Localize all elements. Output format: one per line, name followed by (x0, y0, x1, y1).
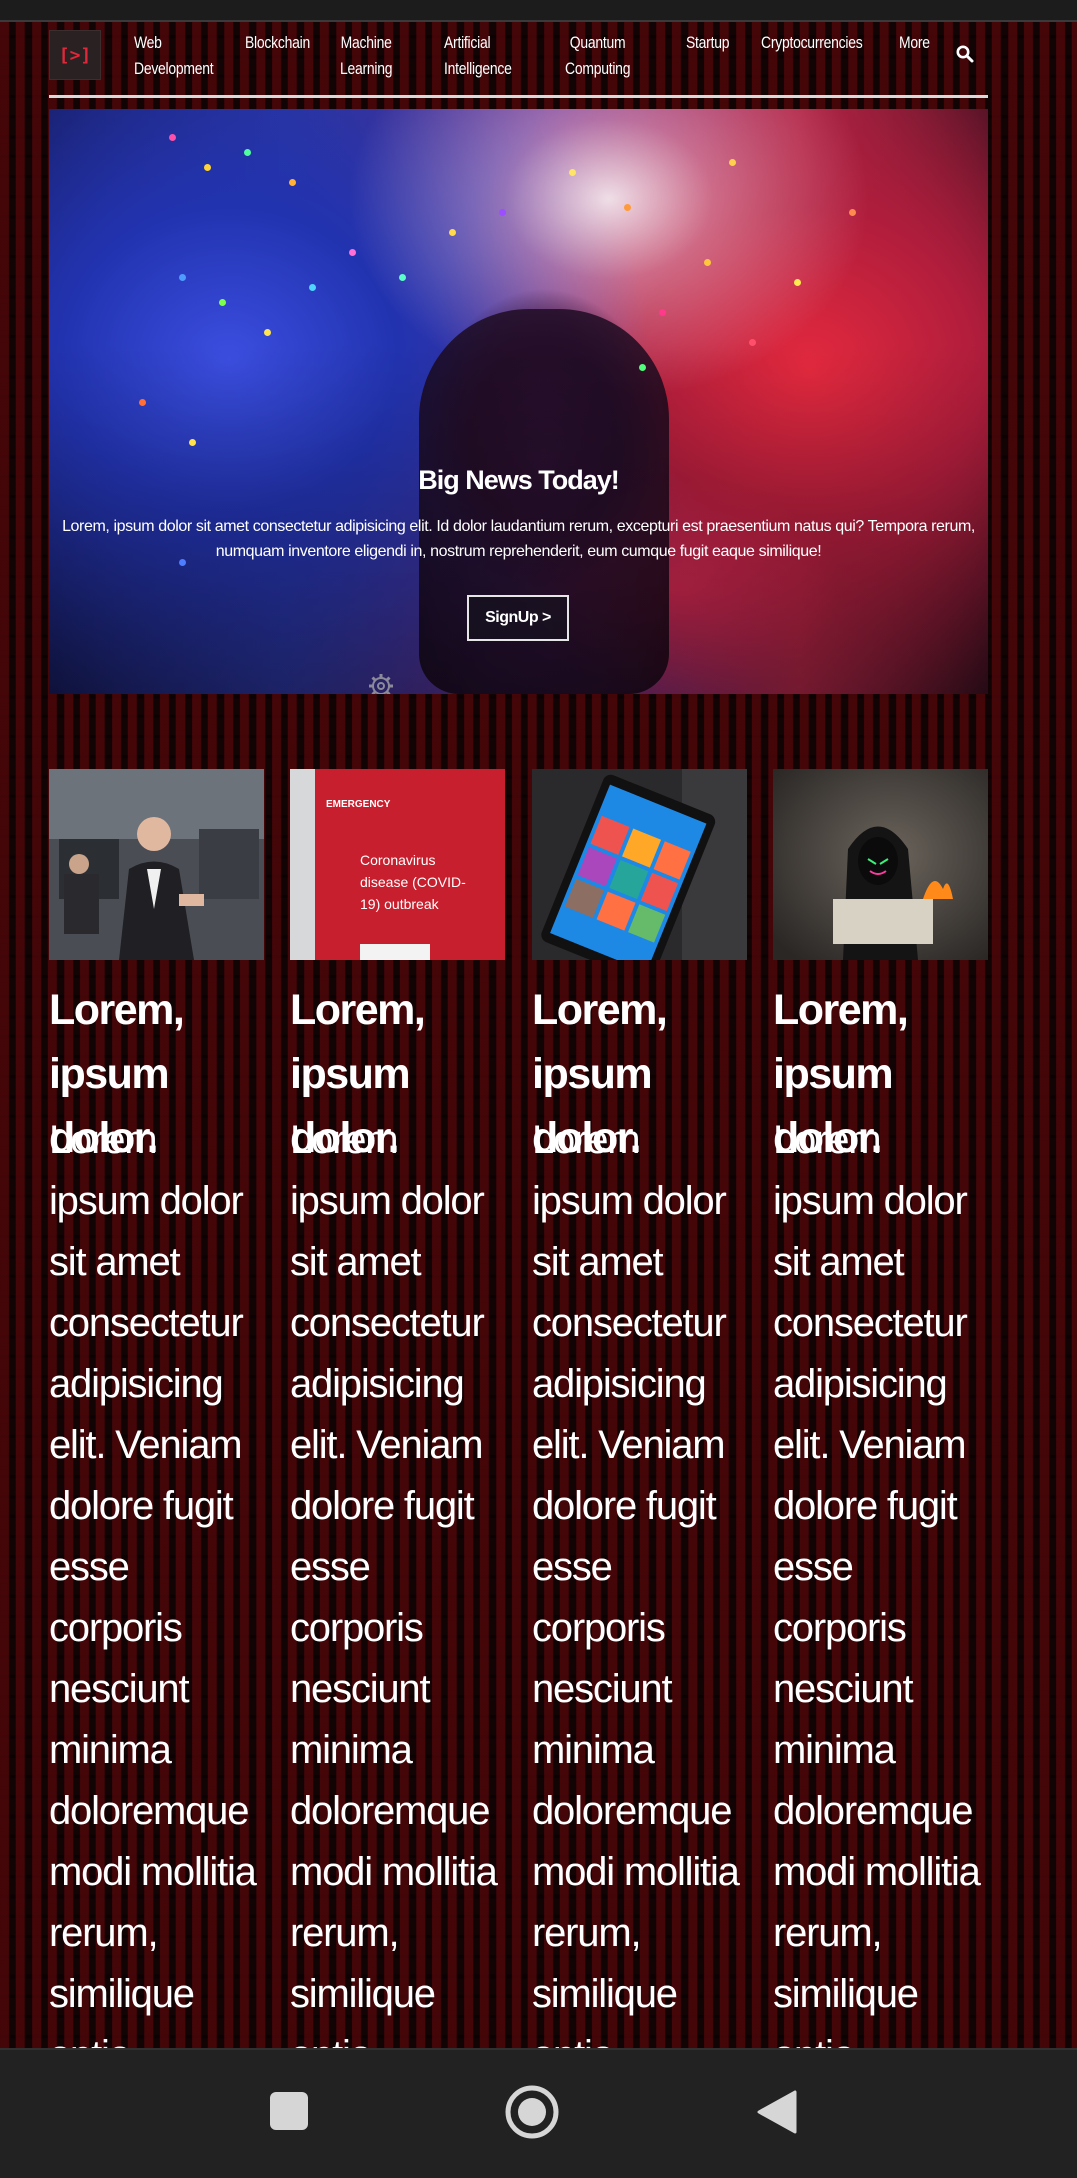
light-dot (749, 339, 756, 346)
hero-title: Big News Today! (418, 465, 620, 495)
nav-item-quantum-computing[interactable]: Quantum Computing (565, 30, 630, 82)
light-dot (704, 259, 711, 266)
search-icon[interactable] (955, 44, 975, 64)
light-dot (264, 329, 271, 336)
light-dot (449, 229, 456, 236)
gear-icon[interactable] (366, 671, 396, 694)
light-dot (499, 209, 506, 216)
light-dot (169, 134, 176, 141)
light-dot (219, 299, 226, 306)
light-dot (189, 439, 196, 446)
hero-text: Lorem, ipsum dolor sit amet consectetur … (62, 518, 975, 560)
light-dot (794, 279, 801, 286)
card-text: Lorem ipsum dolor sit amet consectetur a… (49, 1118, 257, 2178)
light-dot (639, 364, 646, 371)
light-dot (849, 209, 856, 216)
nav-item-more[interactable]: More (899, 30, 930, 56)
light-dot (179, 274, 186, 281)
light-dot (569, 169, 576, 176)
signup-button[interactable]: SignUp > (467, 595, 569, 641)
light-dot (289, 179, 296, 186)
circle-icon[interactable] (504, 2084, 560, 2140)
light-dot (729, 159, 736, 166)
top-navbar: [>] Web Development Blockchain Machine L… (49, 24, 988, 98)
light-dot (399, 274, 406, 281)
light-dot (349, 249, 356, 256)
light-dot (624, 204, 631, 211)
triangle-back-icon[interactable] (755, 2088, 799, 2136)
nav-item-cryptocurrencies[interactable]: Cryptocurrencies (761, 30, 863, 56)
system-navigation-bar (0, 2048, 1077, 2178)
nav-item-machine-learning[interactable]: Machine Learning (340, 30, 393, 82)
status-bar (0, 0, 1077, 22)
emergency-caption: Coronavirus disease (COVID-19) outbreak (360, 852, 466, 912)
site-logo[interactable]: [>] (49, 30, 101, 80)
card-image-emergency[interactable]: EMERGENCY Coronavirus disease (COVID-19)… (290, 769, 505, 960)
card-text: Lorem ipsum dolor sit amet consectetur a… (290, 1118, 498, 2178)
card-image-presenter[interactable] (49, 769, 264, 960)
light-dot (659, 309, 666, 316)
card-text: Lorem ipsum dolor sit amet consectetur a… (532, 1118, 740, 2178)
nav-item-web-development[interactable]: Web Development (134, 30, 214, 82)
square-icon[interactable] (268, 2090, 310, 2132)
hero-banner: Big News Today! Lorem, ipsum dolor sit a… (49, 109, 988, 694)
card-image-hooded-figure[interactable] (773, 769, 988, 960)
light-dot (139, 399, 146, 406)
card-image-tablet[interactable] (532, 769, 747, 960)
light-dot (244, 149, 251, 156)
emergency-label: EMERGENCY (326, 799, 391, 810)
nav-item-startup[interactable]: Startup (686, 30, 729, 56)
light-dot (204, 164, 211, 171)
nav-item-blockchain[interactable]: Blockchain (245, 30, 310, 56)
light-dot (309, 284, 316, 291)
card-text: Lorem ipsum dolor sit amet consectetur a… (773, 1118, 981, 2178)
nav-item-artificial-intelligence[interactable]: Artificial Intelligence (444, 30, 512, 82)
